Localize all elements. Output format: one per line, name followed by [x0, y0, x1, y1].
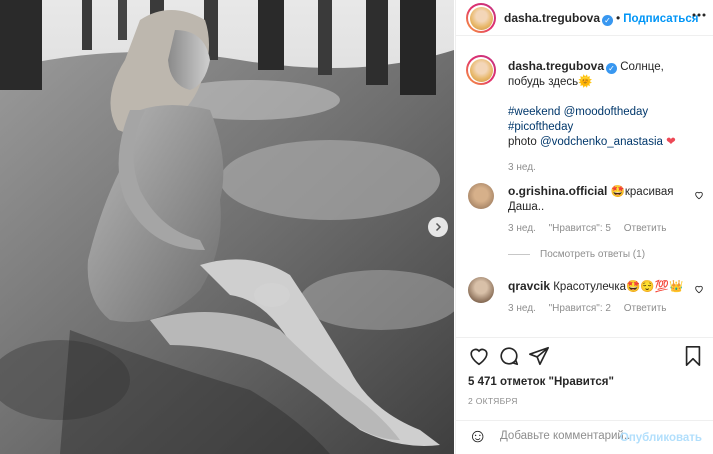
caption-tags-2[interactable]: #picoftheday [508, 120, 698, 135]
comment-time[interactable]: 3 нед. [508, 223, 536, 234]
comment-icon[interactable] [498, 345, 520, 367]
like-comment-icon[interactable] [694, 190, 704, 200]
action-bar [456, 337, 713, 377]
comment-username[interactable]: o.grishina.official [508, 184, 607, 198]
comments-area[interactable]: dasha.tregubova ✓ Солнце, побудь здесь🌞 #… [456, 37, 713, 337]
post-header: dasha.tregubova ✓ • Подписаться [456, 0, 713, 36]
next-photo-button[interactable] [428, 217, 448, 237]
caption-username[interactable]: dasha.tregubova [508, 59, 604, 73]
comment-username[interactable]: qravcik [508, 279, 550, 293]
caption-tags[interactable]: #weekend @moodoftheday [508, 105, 698, 120]
author-username[interactable]: dasha.tregubova [504, 11, 600, 25]
author-avatar[interactable] [466, 3, 496, 33]
like-comment-icon[interactable] [694, 284, 704, 294]
follow-button[interactable]: Подписаться [623, 13, 698, 25]
bookmark-icon[interactable] [682, 345, 704, 367]
likes-count[interactable]: 5 471 отметок "Нравится" [468, 376, 614, 388]
publish-button[interactable]: Опубликовать [620, 432, 702, 444]
reply-button[interactable]: Ответить [624, 223, 667, 234]
comment-time[interactable]: 3 нед. [508, 303, 536, 314]
commenter-avatar[interactable] [468, 277, 494, 303]
chevron-right-icon [435, 222, 442, 232]
comment-meta: 3 нед. "Нравится": 5 Ответить [508, 223, 676, 234]
separator-dot: • [616, 11, 621, 25]
post-photo[interactable] [0, 0, 454, 454]
heart-emoji: ❤ [666, 136, 676, 148]
post-sidebar: dasha.tregubova ✓ • Подписаться dasha.tregu… [455, 0, 713, 454]
caption-avatar[interactable] [466, 55, 496, 85]
emoji-icon[interactable]: ☺ [468, 426, 487, 448]
comment-bar: ☺ Опубликовать [456, 420, 713, 454]
commenter-avatar[interactable] [468, 183, 494, 209]
comment-meta: 3 нед. "Нравится": 2 Ответить [508, 303, 676, 314]
comment-1: o.grishina.official 🤩красивая Даша.. [508, 184, 693, 215]
view-replies-label: Посмотреть ответы (1) [540, 249, 646, 260]
comment-2: qravcik Красотулечка🤩😌💯👑 [508, 279, 693, 295]
verified-icon: ✓ [602, 15, 614, 26]
replies-line [508, 254, 530, 255]
caption: dasha.tregubova ✓ Солнце, побудь здесь🌞 #… [508, 59, 698, 175]
more-options-icon[interactable] [692, 13, 706, 17]
comment-text: Красотулечка🤩😌💯👑 [553, 281, 684, 293]
comment-likes[interactable]: "Нравится": 5 [549, 223, 611, 234]
view-replies-button[interactable]: Посмотреть ответы (1) [508, 249, 645, 260]
post-date[interactable]: 2 ОКТЯБРЯ [468, 396, 518, 406]
share-icon[interactable] [528, 345, 550, 367]
post-image [0, 0, 454, 454]
photo-credit-link[interactable]: @vodchenko_anastasia [540, 136, 663, 148]
comment-likes[interactable]: "Нравится": 2 [549, 303, 611, 314]
reply-button[interactable]: Ответить [624, 303, 667, 314]
caption-time[interactable]: 3 нед. [508, 160, 698, 175]
verified-icon: ✓ [606, 63, 618, 74]
heart-icon[interactable] [468, 345, 490, 367]
comment-input[interactable] [500, 430, 630, 442]
photo-prefix: photo [508, 136, 540, 148]
